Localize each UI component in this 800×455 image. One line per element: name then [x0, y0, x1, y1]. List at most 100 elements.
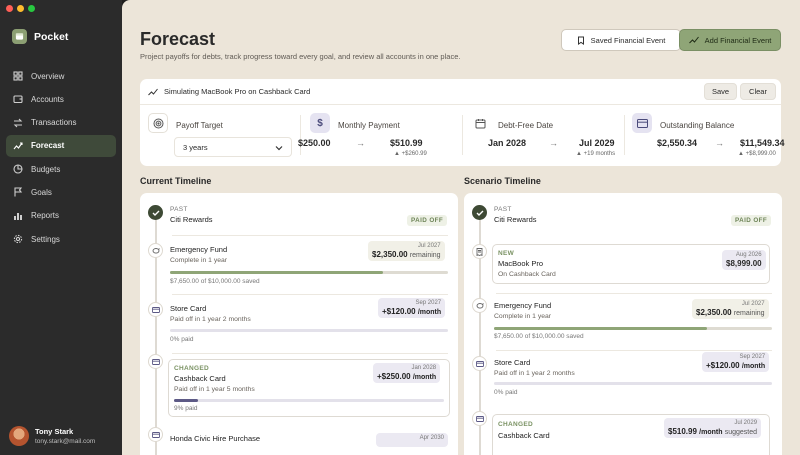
trend-line-icon: [148, 88, 158, 95]
page-subtitle: Project payoffs for debts, track progres…: [140, 52, 461, 61]
event-name: Emergency Fund: [494, 301, 552, 310]
event-date: Sep 2027: [415, 300, 442, 306]
arrow-right-icon: →: [356, 138, 365, 148]
credit-card-icon: [632, 113, 652, 133]
event-name: Citi Rewards: [170, 215, 213, 224]
timeline-event-honda-civic[interactable]: Honda Civic Hire Purchase Apr 2030: [140, 427, 458, 455]
zoom-window-button[interactable]: [28, 5, 35, 12]
progress-bar: [170, 329, 448, 332]
sidebar-item-reports[interactable]: Reports: [6, 205, 116, 227]
payoff-target-select[interactable]: 3 years: [174, 137, 292, 157]
event-subtitle: Complete in 1 year: [170, 257, 228, 264]
sidebar: Pocket Overview Accounts Transactions Fo…: [0, 0, 122, 455]
event-name: Emergency Fund: [170, 245, 228, 254]
event-amount-value: +$120.00 /month: [382, 307, 442, 316]
sidebar-item-transactions[interactable]: Transactions: [6, 112, 116, 134]
divider: [462, 115, 463, 155]
monthly-payment-label: Monthly Payment: [338, 121, 400, 130]
check-icon: [148, 205, 163, 220]
flag-icon: [14, 187, 23, 197]
event-tag: CHANGED: [174, 365, 209, 372]
event-date: Aug 2026: [735, 252, 762, 258]
debt-free-date-delta: ▲ +19 months: [576, 151, 616, 157]
progress-bar: [494, 382, 772, 385]
status-badge: PAID OFF: [731, 215, 772, 226]
debt-free-date-to: Jul 2029: [579, 138, 615, 148]
scenario-timeline: PAST Citi Rewards PAID OFF NEW MacBook P…: [464, 193, 782, 455]
chevron-down-icon: [275, 146, 283, 151]
receipt-icon: [472, 244, 487, 259]
event-subtitle: Paid off in 1 year 2 months: [170, 316, 251, 323]
event-amount: Jul 2027 $2,350.00 remaining: [692, 299, 769, 319]
event-date: Sep 2027: [739, 354, 766, 360]
event-amount-value: +$250.00 /month: [377, 372, 437, 381]
sidebar-item-forecast[interactable]: Forecast: [6, 134, 116, 157]
event-amount: Apr 2030: [376, 433, 448, 447]
user-profile[interactable]: Tony Stark tony.stark@mail.com: [9, 426, 95, 446]
sidebar-item-label: Settings: [31, 234, 60, 244]
save-button[interactable]: Save: [704, 83, 737, 100]
event-amount: Jul 2029 $510.99 /month suggested: [664, 418, 762, 438]
event-amount: Jan 2028 +$250.00 /month: [373, 363, 441, 383]
timeline-event-store-card[interactable]: Store Card Paid off in 1 year 2 months S…: [464, 350, 782, 408]
event-subtitle: Paid off in 1 year 2 months: [494, 370, 575, 377]
piggy-bank-icon: [472, 298, 487, 313]
sidebar-item-label: Overview: [31, 71, 65, 81]
outstanding-balance-stat: Outstanding Balance $2,550.34 → $11,549.…: [632, 105, 785, 166]
check-icon: [472, 205, 487, 220]
timeline-event-citi-rewards[interactable]: PAST Citi Rewards PAID OFF: [464, 193, 782, 233]
divider: [300, 115, 301, 155]
close-window-button[interactable]: [6, 5, 13, 12]
event-tag: PAST: [170, 206, 188, 213]
dollar-icon: $: [310, 113, 330, 133]
add-financial-event-button[interactable]: Add Financial Event: [679, 29, 781, 51]
minimize-window-button[interactable]: [17, 5, 24, 12]
event-amount-value: $2,350.00 remaining: [372, 250, 441, 259]
timeline-event-cashback-card[interactable]: CHANGED Cashback Card Paid off in 1 year…: [140, 354, 458, 417]
main-content: Forecast Project payoffs for debts, trac…: [122, 0, 800, 455]
timeline-event-cashback-card[interactable]: CHANGED Cashback Card Jul 2029 $510.99 /…: [464, 411, 782, 455]
scenario-timeline-title: Scenario Timeline: [464, 176, 541, 186]
sidebar-item-goals[interactable]: Goals: [6, 181, 116, 203]
piggy-bank-icon: [148, 243, 163, 258]
sidebar-item-accounts[interactable]: Accounts: [6, 88, 116, 110]
outstanding-balance-label: Outstanding Balance: [660, 121, 735, 130]
payoff-target-value: 3 years: [183, 142, 208, 152]
divider: [624, 115, 625, 155]
trend-line-icon: [688, 36, 699, 44]
event-name: Store Card: [170, 304, 207, 313]
event-date: Jan 2028: [411, 365, 437, 371]
sidebar-item-budgets[interactable]: Budgets: [6, 158, 116, 180]
arrow-right-icon: →: [715, 138, 724, 148]
sidebar-item-label: Transactions: [31, 118, 77, 128]
grid-icon: [13, 71, 23, 81]
debt-free-date-label: Debt-Free Date: [498, 121, 554, 130]
outstanding-balance-from: $2,550.34: [657, 138, 698, 148]
timeline-event-emergency-fund[interactable]: Emergency Fund Complete in 1 year Jul 20…: [464, 293, 782, 349]
sidebar-item-settings[interactable]: Settings: [6, 228, 116, 250]
event-date: Jul 2029: [734, 420, 758, 426]
simulation-header: Simulating MacBook Pro on Cashback Card: [140, 79, 781, 105]
event-amount-value: $510.99 /month suggested: [668, 427, 758, 436]
event-date: Apr 2030: [419, 435, 444, 441]
sidebar-item-label: Budgets: [31, 164, 61, 174]
sidebar-item-overview[interactable]: Overview: [6, 65, 116, 87]
timeline-event-citi-rewards[interactable]: PAST Citi Rewards PAID OFF: [140, 193, 458, 233]
timeline-event-store-card[interactable]: Store Card Paid off in 1 year 2 months S…: [140, 294, 458, 352]
timeline-event-emergency-fund[interactable]: Emergency Fund Complete in 1 year Jul 20…: [140, 235, 458, 293]
timeline-event-macbook-pro[interactable]: NEW MacBook Pro On Cashback Card Aug 202…: [464, 244, 782, 284]
wallet-icon: [13, 95, 23, 104]
gear-icon: [13, 234, 23, 244]
event-subtitle: Paid off in 1 year 5 months: [174, 386, 255, 393]
event-date: Jul 2027: [741, 301, 765, 307]
event-name: Store Card: [494, 358, 531, 367]
divider: [172, 353, 448, 354]
window-controls: [6, 5, 35, 12]
page-title: Forecast: [140, 29, 216, 49]
saved-financial-event-label: Saved Financial Event: [590, 35, 666, 45]
target-icon: [148, 113, 168, 133]
clear-button[interactable]: Clear: [740, 83, 776, 100]
event-amount-value: $2,350.00 remaining: [696, 308, 765, 317]
current-timeline: PAST Citi Rewards PAID OFF Emergency Fun…: [140, 193, 458, 455]
saved-financial-event-button[interactable]: Saved Financial Event: [561, 29, 681, 51]
